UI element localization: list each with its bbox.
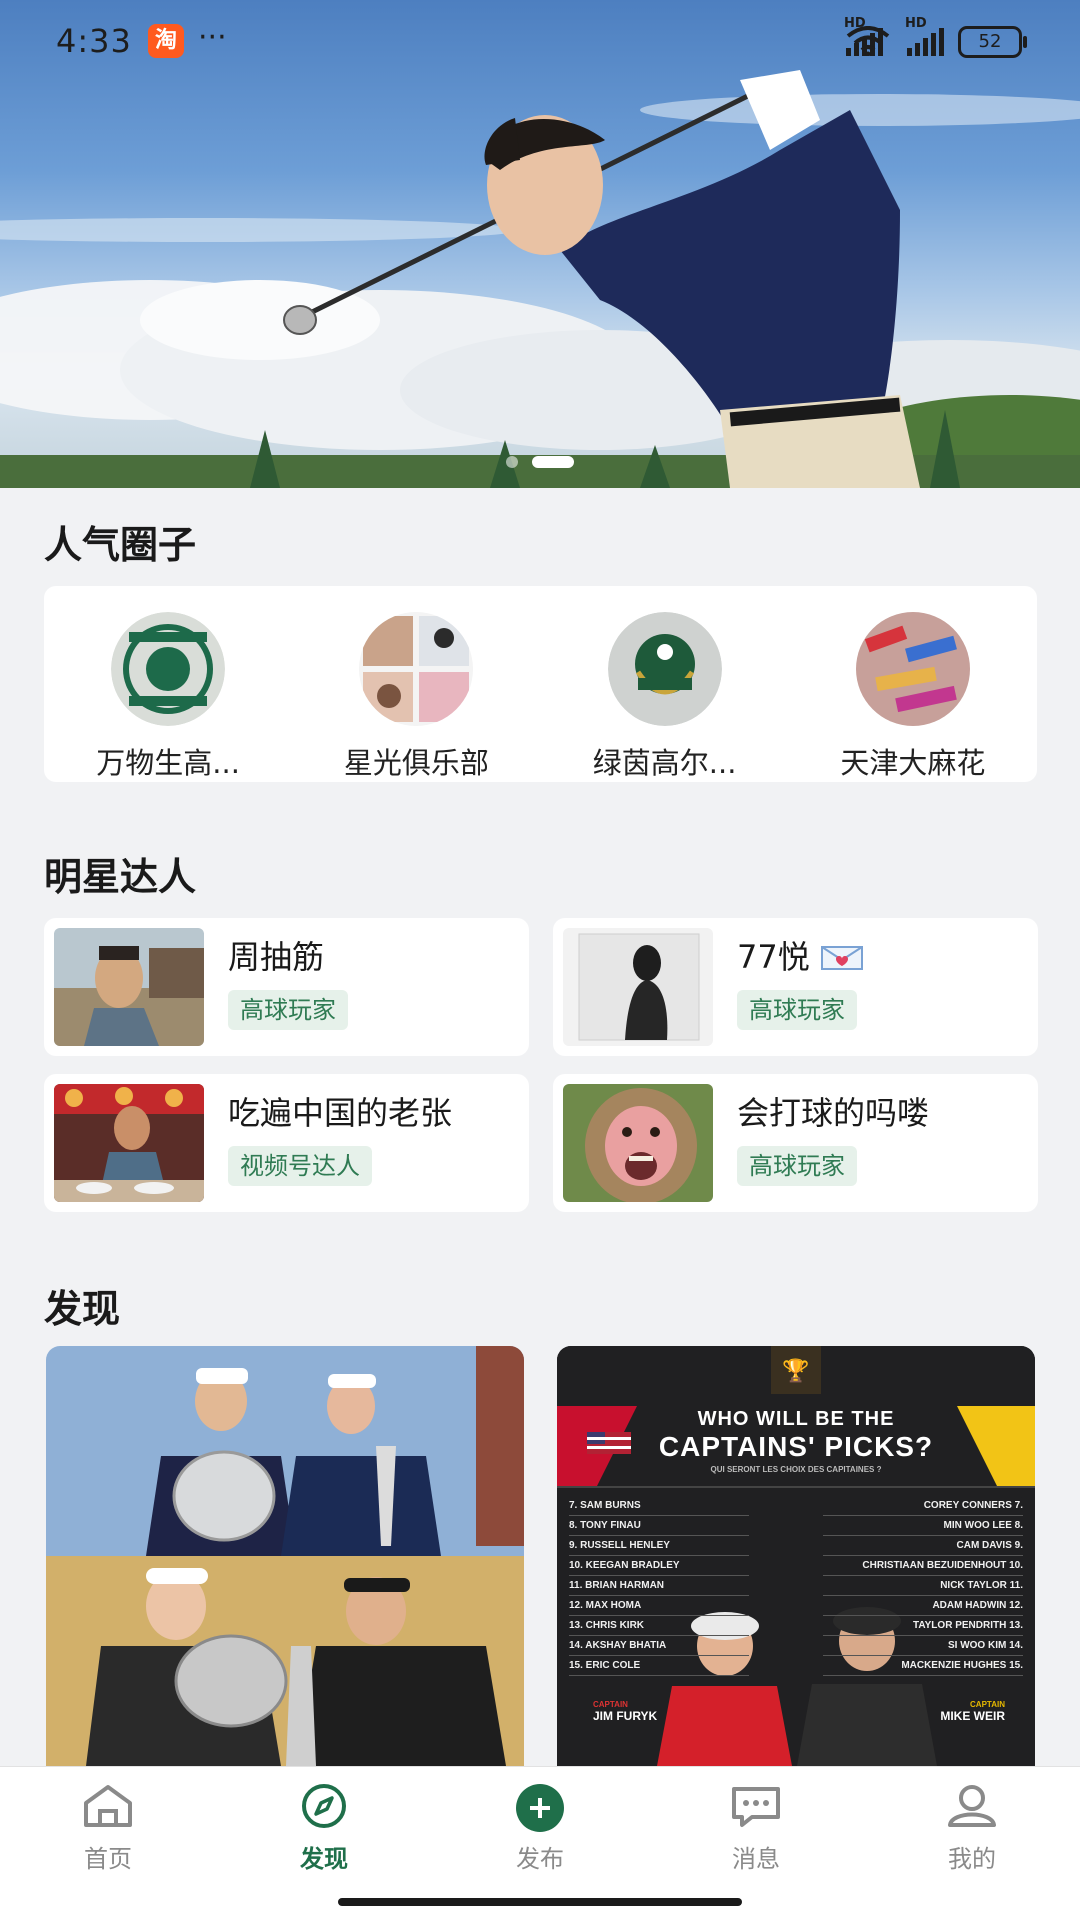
compass-icon xyxy=(302,1784,346,1828)
user-icon xyxy=(948,1785,996,1827)
poster-player-name: CHRISTIAAN BEZUIDENHOUT 10. xyxy=(823,1556,1023,1576)
circle-avatar xyxy=(607,612,722,726)
tab-profile[interactable]: 我的 xyxy=(902,1783,1042,1874)
tab-publish[interactable]: 发布 xyxy=(470,1783,610,1874)
poster-player-name: 7. SAM BURNS xyxy=(569,1496,749,1516)
star-tag: 高球玩家 xyxy=(228,990,348,1030)
tab-discover-label: 发现 xyxy=(300,1845,348,1873)
envelope-icon xyxy=(820,946,863,970)
tab-discover[interactable]: 发现 xyxy=(254,1783,394,1874)
star-tag: 高球玩家 xyxy=(737,990,857,1030)
circle-name: 绿茵高尔... xyxy=(592,746,737,780)
poster-headline: WHO WILL BE THE CAPTAINS' PICKS? QUI SER… xyxy=(658,1408,934,1474)
tab-messages-label: 消息 xyxy=(732,1845,780,1873)
star-avatar xyxy=(563,928,713,1046)
chat-icon xyxy=(732,1787,780,1827)
poster-player-name: COREY CONNERS 7. xyxy=(823,1496,1023,1516)
status-bar: 4:33 淘 ··· HD HD 52 xyxy=(0,0,1080,84)
banner-dot-1[interactable] xyxy=(506,456,518,468)
plus-icon xyxy=(516,1784,564,1832)
star-card[interactable]: 吃遍中国的老张 视频号达人 xyxy=(44,1074,529,1212)
poster-right-list: COREY CONNERS 7. MIN WOO LEE 8. CAM DAVIS … xyxy=(823,1496,1023,1676)
star-card[interactable]: 周抽筋 高球玩家 xyxy=(44,918,529,1056)
captain-right: CAPTAIN MIKE WEIR xyxy=(940,1700,1005,1723)
poster-player-name: TAYLOR PENDRITH 13. xyxy=(823,1616,1023,1636)
hero-banner[interactable]: 4:33 淘 ··· HD HD 52 xyxy=(0,0,1080,488)
wifi-icon xyxy=(846,26,890,56)
stars-title: 明星达人 xyxy=(44,855,197,899)
circle-item[interactable]: 天津大麻花 xyxy=(803,586,1023,782)
poster-player-name: 13. CHRIS KIRK xyxy=(569,1616,749,1636)
discover-title: 发现 xyxy=(44,1287,121,1331)
circle-item[interactable]: 星光俱乐部 xyxy=(306,586,526,782)
poster-player-name: 11. BRIAN HARMAN xyxy=(569,1576,749,1596)
poster-player-name: 10. KEEGAN BRADLEY xyxy=(569,1556,749,1576)
tab-messages[interactable]: 消息 xyxy=(686,1783,826,1874)
star-name: 周抽筋 xyxy=(228,938,325,976)
circle-name: 星光俱乐部 xyxy=(343,746,489,780)
more-notifications-icon: ··· xyxy=(198,20,227,55)
captain-left: CAPTAIN JIM FURYK xyxy=(593,1700,658,1723)
tab-home-label: 首页 xyxy=(84,1845,132,1873)
poster-player-name: 15. ERIC COLE xyxy=(569,1656,749,1676)
poster-left-list: 7. SAM BURNS 8. TONY FINAU 9. RUSSELL HENL… xyxy=(569,1496,749,1676)
star-avatar xyxy=(563,1084,713,1202)
cellular-signal-icon-2: HD xyxy=(905,16,944,56)
tab-publish-label: 发布 xyxy=(516,1845,564,1873)
star-tag: 高球玩家 xyxy=(737,1146,857,1186)
star-avatar xyxy=(54,928,204,1046)
banner-pagination xyxy=(0,456,1080,468)
poster-player-name: SI WOO KIM 14. xyxy=(823,1636,1023,1656)
popular-circles-title: 人气圈子 xyxy=(44,523,197,567)
popular-circles-card: 万物生高... 星光俱乐部 绿茵高尔... 天津大麻花 xyxy=(44,586,1037,782)
discover-card[interactable] xyxy=(46,1346,524,1766)
circle-avatar xyxy=(359,612,474,726)
star-name: 吃遍中国的老张 xyxy=(228,1094,453,1132)
poster-player-name: MIN WOO LEE 8. xyxy=(823,1516,1023,1536)
circle-item[interactable]: 万物生高... xyxy=(58,586,278,782)
taobao-app-icon: 淘 xyxy=(148,24,184,58)
tab-home[interactable]: 首页 xyxy=(38,1783,178,1874)
poster-player-name: CAM DAVIS 9. xyxy=(823,1536,1023,1556)
star-name: 77悦 xyxy=(737,932,864,978)
circle-item[interactable]: 绿茵高尔... xyxy=(555,586,775,782)
circle-name: 天津大麻花 xyxy=(840,746,986,780)
discover-card[interactable]: 🏆 WHO WILL BE THE CAPTAINS' PICKS? QUI S… xyxy=(557,1346,1035,1766)
svg-text:🏆: 🏆 xyxy=(782,1358,809,1384)
poster-player-name: MACKENZIE HUGHES 15. xyxy=(823,1656,1023,1676)
poster-player-name: 14. AKSHAY BHATIA xyxy=(569,1636,749,1656)
star-card[interactable]: 77悦 高球玩家 xyxy=(553,918,1038,1056)
star-name: 会打球的吗喽 xyxy=(737,1094,930,1132)
circle-avatar xyxy=(855,612,970,726)
circle-avatar xyxy=(111,612,226,726)
poster-player-name: 12. MAX HOMA xyxy=(569,1596,749,1616)
banner-dot-2[interactable] xyxy=(532,456,574,468)
star-card[interactable]: 会打球的吗喽 高球玩家 xyxy=(553,1074,1038,1212)
star-avatar xyxy=(54,1084,204,1202)
poster-player-name: 8. TONY FINAU xyxy=(569,1516,749,1536)
circle-name: 万物生高... xyxy=(96,746,240,780)
poster-player-name: NICK TAYLOR 11. xyxy=(823,1576,1023,1596)
tab-profile-label: 我的 xyxy=(948,1845,996,1873)
star-tag: 视频号达人 xyxy=(228,1146,372,1186)
status-time: 4:33 xyxy=(56,22,132,60)
home-indicator[interactable] xyxy=(338,1898,742,1906)
battery-indicator: 52 xyxy=(958,26,1027,58)
poster-player-name: ADAM HADWIN 12. xyxy=(823,1596,1023,1616)
home-icon xyxy=(84,1785,132,1827)
trophy-winners-photo xyxy=(46,1346,524,1766)
poster-player-name: 9. RUSSELL HENLEY xyxy=(569,1536,749,1556)
